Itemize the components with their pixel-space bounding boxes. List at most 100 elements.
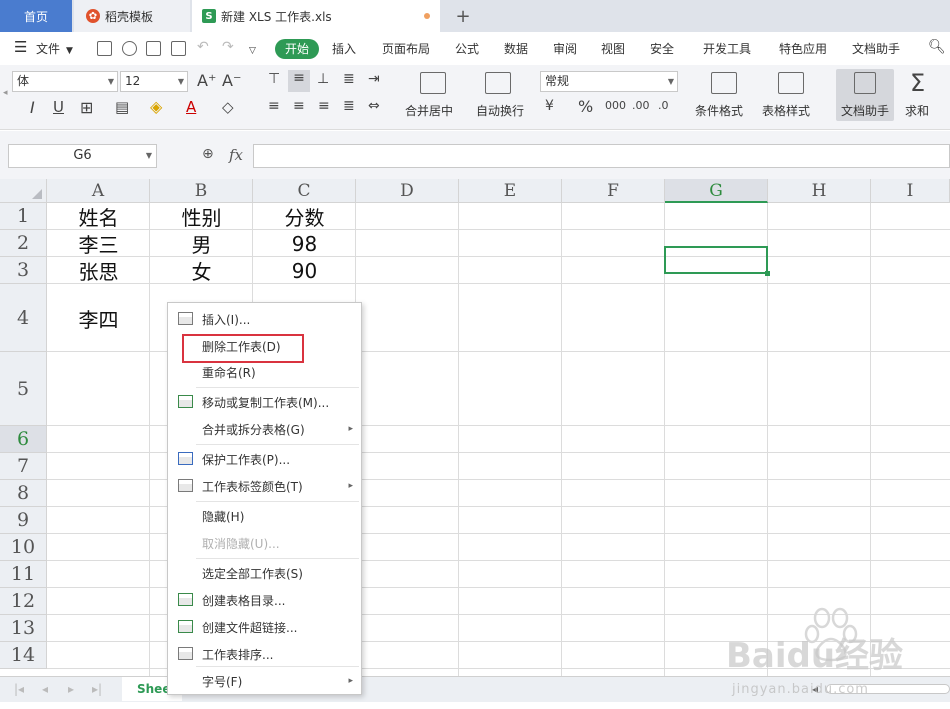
- formula-input[interactable]: [253, 144, 950, 168]
- decrease-decimal-icon[interactable]: .0: [658, 99, 669, 112]
- align-middle-icon[interactable]: ≡: [288, 70, 310, 92]
- ribbon-tab-formulas[interactable]: 公式: [455, 40, 479, 58]
- ribbon-tab-review[interactable]: 审阅: [553, 40, 577, 58]
- save-icon[interactable]: [97, 41, 112, 56]
- cell-style-icon[interactable]: ▤: [115, 98, 129, 116]
- cell-c1[interactable]: 分数: [253, 203, 356, 230]
- row-header-8[interactable]: 8: [0, 480, 47, 507]
- ribbon-tab-security[interactable]: 安全: [650, 40, 674, 58]
- fill-color-icon[interactable]: ◈: [150, 97, 162, 116]
- table-style-label[interactable]: 表格样式: [762, 102, 810, 119]
- row-header-14[interactable]: 14: [0, 642, 47, 669]
- indent-icon[interactable]: ⇥: [368, 71, 380, 87]
- clear-format-icon[interactable]: ◇: [222, 98, 234, 116]
- menu-item-hide[interactable]: 隐藏(H): [168, 503, 361, 529]
- search-icon[interactable]: 🔍︎: [928, 38, 946, 56]
- ribbon-tab-insert[interactable]: 插入: [332, 40, 356, 58]
- file-menu[interactable]: 文件: [36, 40, 60, 58]
- borders-icon[interactable]: ⊞: [80, 98, 93, 117]
- first-sheet-icon[interactable]: |◂: [14, 682, 24, 696]
- cell-c3[interactable]: 90: [253, 257, 356, 284]
- thousands-icon[interactable]: 000: [605, 99, 626, 112]
- align-right-icon[interactable]: ≡: [318, 98, 330, 114]
- row-header-7[interactable]: 7: [0, 453, 47, 480]
- align-center-icon[interactable]: ≡: [293, 98, 305, 114]
- row-header-10[interactable]: 10: [0, 534, 47, 561]
- number-format-select[interactable]: 常规 ▼: [540, 71, 678, 92]
- align-top-icon[interactable]: ⊤: [268, 71, 280, 87]
- menu-item-create-hyperlink[interactable]: 创建文件超链接...: [168, 614, 361, 640]
- hamburger-menu-icon[interactable]: ☰: [14, 38, 27, 56]
- wrap-text-icon[interactable]: [485, 72, 511, 94]
- cell-a3[interactable]: 张思: [47, 257, 150, 284]
- merge-center-icon[interactable]: [420, 72, 446, 94]
- underline-icon[interactable]: U: [53, 98, 64, 116]
- conditional-format-label[interactable]: 条件格式: [695, 102, 743, 119]
- merge-center-label[interactable]: 合并居中: [405, 102, 453, 119]
- font-size-select[interactable]: 12 ▼: [120, 71, 188, 92]
- cell-b1[interactable]: 性别: [150, 203, 253, 230]
- menu-item-protect-sheet[interactable]: 保护工作表(P)...: [168, 446, 361, 472]
- cell-a2[interactable]: 李三: [47, 230, 150, 257]
- decrease-font-icon[interactable]: A⁻: [222, 71, 241, 90]
- column-header-g[interactable]: G: [665, 179, 768, 203]
- tab-docer-templates[interactable]: ✿ 稻壳模板: [74, 0, 190, 32]
- row-header-2[interactable]: 2: [0, 230, 47, 257]
- justify-icon[interactable]: ≣: [343, 98, 355, 114]
- menu-item-tab-color[interactable]: 工作表标签颜色(T) ▸: [168, 473, 361, 499]
- fx-icon[interactable]: fx: [229, 146, 243, 164]
- row-header-6[interactable]: 6: [0, 426, 47, 453]
- tab-home[interactable]: 首页: [0, 0, 72, 32]
- menu-item-font-size[interactable]: 字号(F) ▸: [168, 668, 361, 694]
- cell-c2[interactable]: 98: [253, 230, 356, 257]
- sum-icon[interactable]: Σ: [910, 69, 925, 97]
- new-tab-plus-icon[interactable]: +: [448, 0, 478, 32]
- redo-icon[interactable]: ↷: [222, 38, 234, 56]
- last-sheet-icon[interactable]: ▸|: [92, 682, 102, 696]
- font-name-select[interactable]: 体 ▼: [12, 71, 118, 92]
- column-header-h[interactable]: H: [768, 179, 871, 203]
- font-color-icon[interactable]: A: [186, 98, 196, 116]
- column-header-d[interactable]: D: [356, 179, 459, 203]
- zoom-search-icon[interactable]: ⊕: [202, 146, 214, 162]
- ribbon-tab-doc-helper[interactable]: 文档助手: [852, 40, 900, 58]
- menu-item-select-all-sheets[interactable]: 选定全部工作表(S): [168, 560, 361, 586]
- next-sheet-icon[interactable]: ▸: [68, 682, 74, 696]
- table-style-icon[interactable]: [778, 72, 804, 94]
- row-header-13[interactable]: 13: [0, 615, 47, 642]
- ribbon-tab-developer[interactable]: 开发工具: [703, 40, 751, 58]
- undo-icon[interactable]: ↶: [197, 38, 209, 56]
- cell-b2[interactable]: 男: [150, 230, 253, 257]
- print-icon[interactable]: [146, 41, 161, 56]
- column-header-c[interactable]: C: [253, 179, 356, 203]
- name-box[interactable]: G6 ▼: [8, 144, 157, 168]
- row-header-3[interactable]: 3: [0, 257, 47, 284]
- percent-icon[interactable]: %: [578, 97, 593, 116]
- column-header-i[interactable]: I: [871, 179, 950, 203]
- prev-sheet-icon[interactable]: ◂: [42, 682, 48, 696]
- ribbon-scroll-left-icon[interactable]: ◂: [3, 88, 8, 98]
- row-header-1[interactable]: 1: [0, 203, 47, 230]
- menu-item-sort-sheets[interactable]: 工作表排序...: [168, 641, 361, 667]
- ribbon-tab-features[interactable]: 特色应用: [779, 40, 827, 58]
- text-wrap-icon[interactable]: ≣: [343, 71, 355, 87]
- align-left-icon[interactable]: ≡: [268, 98, 280, 114]
- distributed-icon[interactable]: ⇔: [368, 98, 380, 114]
- menu-item-insert[interactable]: 插入(I)...: [168, 306, 361, 332]
- increase-font-icon[interactable]: A⁺: [197, 71, 216, 90]
- menu-item-merge-split[interactable]: 合并或拆分表格(G) ▸: [168, 416, 361, 442]
- menu-item-create-catalog[interactable]: 创建表格目录...: [168, 587, 361, 613]
- selected-cell-g6[interactable]: [664, 246, 770, 276]
- ribbon-tab-view[interactable]: 视图: [601, 40, 625, 58]
- tab-current-document[interactable]: S 新建 XLS 工作表.xls: [192, 0, 440, 32]
- select-all-corner[interactable]: [0, 179, 47, 203]
- column-header-a[interactable]: A: [47, 179, 150, 203]
- wrap-text-label[interactable]: 自动换行: [476, 102, 524, 119]
- print-preview-icon[interactable]: [171, 41, 186, 56]
- italic-icon[interactable]: I: [30, 98, 35, 117]
- increase-decimal-icon[interactable]: .00: [632, 99, 650, 112]
- ribbon-tab-data[interactable]: 数据: [504, 40, 528, 58]
- align-bottom-icon[interactable]: ⊥: [317, 71, 329, 87]
- row-header-5[interactable]: 5: [0, 352, 47, 426]
- ribbon-tab-page-layout[interactable]: 页面布局: [382, 40, 430, 58]
